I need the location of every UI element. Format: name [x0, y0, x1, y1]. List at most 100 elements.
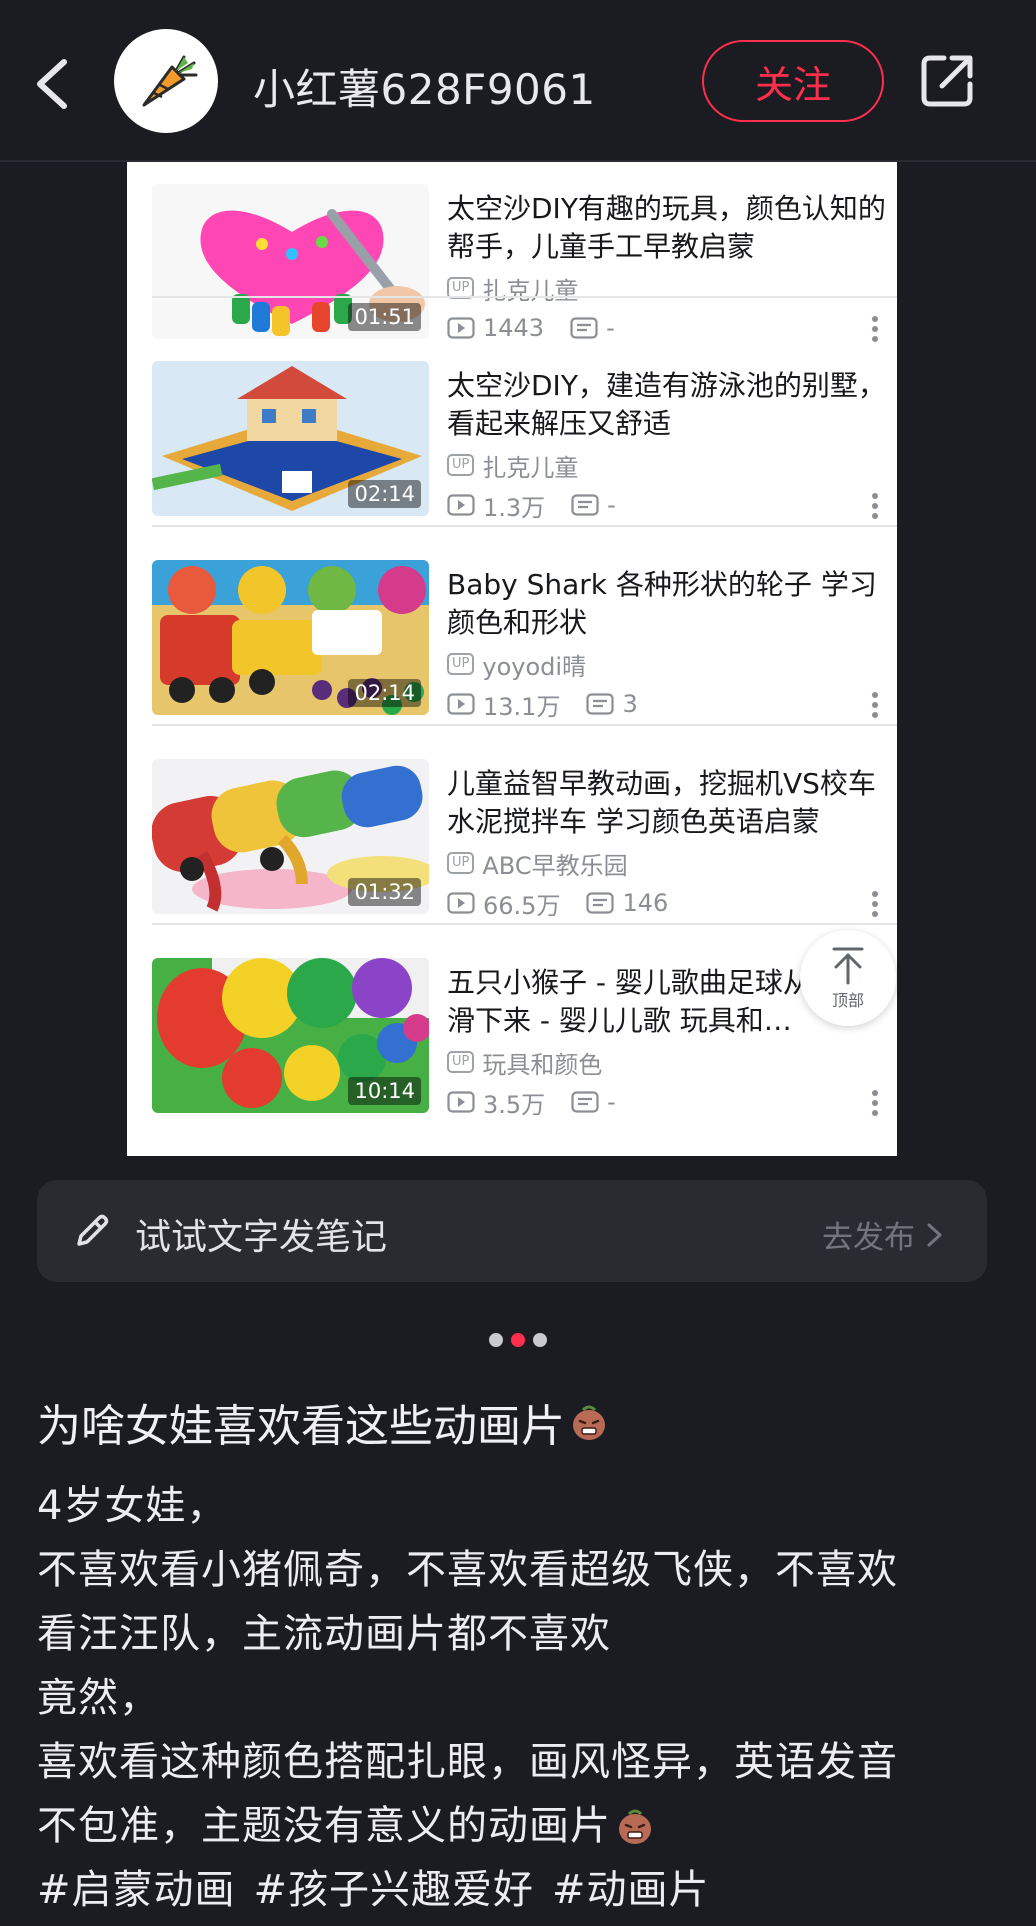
hashtag[interactable]: #启蒙动画 — [37, 1858, 236, 1922]
hashtag-list: #启蒙动画 #孩子兴趣爱好 #动画片 — [37, 1858, 1007, 1922]
comment-count: - — [607, 491, 616, 519]
write-note-bar[interactable]: 试试文字发笔记 去发布 — [37, 1180, 987, 1282]
pencil-icon — [77, 1214, 109, 1246]
post-line: 不喜欢看小猪佩奇，不喜欢看超级飞侠，不喜欢 — [37, 1547, 898, 1593]
view-count: 1443 — [483, 314, 545, 342]
more-icon[interactable] — [869, 690, 881, 720]
divider — [152, 923, 897, 925]
up-badge: UP — [447, 454, 475, 476]
comment-count-icon — [571, 494, 599, 516]
video-stats: 66.5万 146 — [447, 887, 669, 920]
hashtag[interactable]: #孩子兴趣爱好 — [254, 1858, 535, 1922]
page-dot[interactable] — [533, 1333, 547, 1347]
video-list-item[interactable]: 01:32 儿童益智早教动画，挖掘机VS校车水泥搅拌车 学习颜色英语启蒙 UP … — [152, 737, 897, 935]
publish-label: 去发布 — [822, 1220, 915, 1256]
post-line: 看汪汪队，主流动画片都不喜欢 — [37, 1611, 611, 1657]
note-image[interactable]: 01:51 太空沙DIY有趣的玩具，颜色认知的帮手，儿童手工早教启蒙 UP 扎克… — [127, 162, 897, 1156]
video-title: Baby Shark 各种形状的轮子 学习颜色和形状 — [447, 568, 877, 639]
post-title-text: 为啥女娃喜欢看这些动画片 — [37, 1401, 565, 1452]
video-duration: 02:14 — [348, 480, 421, 508]
video-stats: 13.1万 3 — [447, 688, 638, 721]
comment-count: 146 — [622, 889, 669, 917]
comment-count: - — [606, 314, 615, 342]
chevron-left-icon — [37, 59, 67, 109]
post-title: 为啥女娃喜欢看这些动画片 — [37, 1390, 609, 1454]
comment-count-icon — [570, 317, 598, 339]
more-icon[interactable] — [869, 889, 881, 919]
uploader-name: ABC早教乐园 — [482, 851, 628, 880]
play-count-icon — [447, 1091, 475, 1113]
comment-count-icon — [586, 693, 615, 715]
video-uploader: UP 扎克儿童 — [447, 272, 579, 305]
post-body: 4岁女娃， 不喜欢看小猪佩奇，不喜欢看超级飞侠，不喜欢 看汪汪队，主流动画片都不… — [37, 1474, 1007, 1922]
video-thumbnail: 01:32 — [152, 759, 429, 914]
video-list-item[interactable]: 02:14 Baby Shark 各种形状的轮子 学习颜色和形状 UP yoyo… — [152, 538, 897, 736]
more-icon[interactable] — [869, 1088, 881, 1118]
comment-count: 3 — [622, 690, 638, 718]
grimace-emoji-icon — [573, 1405, 605, 1440]
share-icon — [921, 55, 973, 107]
post-line: 喜欢看这种颜色搭配扎眼，画风怪异，英语发音 — [37, 1739, 898, 1785]
video-thumbnail: 01:51 — [152, 184, 429, 339]
video-thumbnail: 02:14 — [152, 560, 429, 715]
uploader-name: yoyodi晴 — [482, 652, 587, 681]
up-badge: UP — [447, 653, 475, 675]
video-duration: 01:32 — [348, 878, 421, 906]
comment-count-icon — [571, 1091, 599, 1113]
up-badge: UP — [447, 852, 475, 874]
video-duration: 02:14 — [348, 679, 421, 707]
write-note-prompt: 试试文字发笔记 — [135, 1217, 388, 1258]
video-uploader: UP yoyodi晴 — [447, 648, 587, 681]
back-to-top-button[interactable]: 顶部 — [800, 930, 896, 1026]
arrow-up-icon — [832, 947, 864, 985]
chevron-right-icon — [927, 1223, 942, 1246]
view-count: 13.1万 — [483, 692, 561, 721]
video-uploader: UP 扎克儿童 — [447, 449, 578, 482]
video-thumbnail: 10:14 — [152, 958, 429, 1113]
video-title: 太空沙DIY，建造有游泳池的别墅，看起来解压又舒适 — [447, 369, 886, 440]
divider — [152, 724, 897, 726]
share-button[interactable] — [916, 50, 978, 112]
page-dot-active[interactable] — [511, 1333, 525, 1347]
divider — [152, 296, 897, 298]
comment-count-icon — [586, 892, 615, 914]
view-count: 66.5万 — [483, 891, 561, 920]
post-line-text: 不包准，主题没有意义的动画片 — [37, 1803, 611, 1849]
note-detail-page: 小红薯628F9061 关注 01:51 太空沙DIY有趣的玩具，颜色认知的帮手… — [0, 0, 1036, 1926]
post-line: 竟然， — [37, 1675, 160, 1721]
image-pagination — [0, 1333, 1036, 1349]
video-stats: 1.3万 - — [447, 489, 616, 522]
page-dot[interactable] — [489, 1333, 503, 1347]
carrot-icon — [142, 55, 198, 107]
avatar[interactable] — [114, 29, 218, 133]
video-title: 太空沙DIY有趣的玩具，颜色认知的帮手，儿童手工早教启蒙 — [447, 192, 886, 263]
play-count-icon — [447, 317, 475, 339]
divider — [152, 525, 897, 527]
video-list-item[interactable]: 10:14 五只小猴子 - 婴儿歌曲足球从梯上滑下来 - 婴儿儿歌 玩具和… U… — [152, 936, 897, 1134]
grimace-emoji-icon — [619, 1809, 651, 1844]
play-count-icon — [447, 494, 475, 516]
username[interactable]: 小红薯628F9061 — [253, 56, 596, 117]
top-bar: 小红薯628F9061 关注 — [0, 0, 1036, 162]
view-count: 1.3万 — [483, 493, 546, 522]
post-line: 4岁女娃， — [37, 1483, 228, 1529]
post-line-with-emoji: 不包准，主题没有意义的动画片 — [37, 1794, 1007, 1858]
publish-link[interactable]: 去发布 — [822, 1212, 947, 1257]
view-count: 3.5万 — [483, 1090, 546, 1119]
up-badge: UP — [447, 1051, 475, 1073]
uploader-name: 扎克儿童 — [482, 276, 579, 305]
video-title: 儿童益智早教动画，挖掘机VS校车水泥搅拌车 学习颜色英语启蒙 — [447, 767, 876, 838]
play-count-icon — [447, 892, 475, 914]
more-icon[interactable] — [869, 491, 881, 521]
video-list-item[interactable]: 02:14 太空沙DIY，建造有游泳池的别墅，看起来解压又舒适 UP 扎克儿童 … — [152, 339, 897, 537]
video-uploader: UP ABC早教乐园 — [447, 847, 628, 880]
back-to-top-label: 顶部 — [831, 991, 864, 1010]
video-list-item[interactable]: 01:51 太空沙DIY有趣的玩具，颜色认知的帮手，儿童手工早教启蒙 UP 扎克… — [152, 162, 897, 360]
hashtag[interactable]: #动画片 — [552, 1858, 710, 1922]
video-duration: 10:14 — [348, 1077, 421, 1105]
uploader-name: 玩具和颜色 — [482, 1050, 603, 1079]
back-button[interactable] — [28, 52, 78, 116]
comment-count: - — [607, 1088, 616, 1116]
follow-button[interactable]: 关注 — [702, 40, 884, 122]
video-thumbnail: 02:14 — [152, 361, 429, 516]
